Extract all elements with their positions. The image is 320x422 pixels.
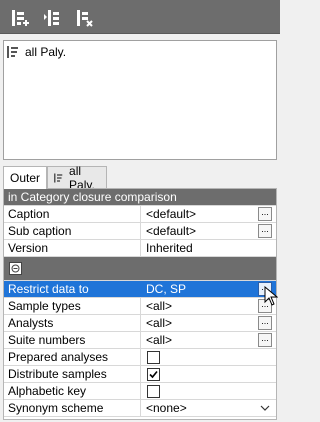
section-icon-row [4,257,276,281]
tab-label: Outer [10,171,41,185]
property-name: Sample types [4,298,141,314]
property-value [141,349,276,365]
remove-icon[interactable] [75,8,95,28]
ellipsis-button[interactable]: ... [258,316,272,330]
row-sub-caption[interactable]: Sub caption <default>... [4,223,276,240]
collapse-icon[interactable] [9,262,22,275]
row-suite-numbers[interactable]: Suite numbers <all>... [4,332,276,349]
property-name: Caption [4,206,141,222]
property-name: Synonym scheme [4,400,141,416]
ellipsis-button[interactable]: ... [258,224,272,238]
row-prepared-analyses[interactable]: Prepared analyses [4,349,276,366]
section-header: in Category closure comparison [4,189,276,206]
ellipsis-button[interactable]: ... [258,207,272,221]
property-name: Analysts [4,315,141,331]
property-grid: in Category closure comparison Caption <… [3,188,277,420]
check-icon [149,370,158,379]
property-value [141,383,276,399]
row-caption[interactable]: Caption <default>... [4,206,276,223]
row-distribute-samples[interactable]: Distribute samples [4,366,276,383]
property-value[interactable]: Inherited [141,240,276,256]
property-value[interactable]: <all>... [141,315,276,331]
analysis-list[interactable]: all Paly. [3,40,277,160]
tab-outer[interactable]: Outer [3,166,47,189]
property-value [141,366,276,382]
prepared-analyses-checkbox[interactable] [147,351,160,364]
section-title: in Category closure comparison [8,190,177,204]
property-value[interactable]: <all>... [141,298,276,314]
property-value[interactable]: DC, SP... [141,281,276,297]
tab-all-paly[interactable]: all Paly. [47,164,107,192]
property-value[interactable]: <all>... [141,332,276,348]
toolbar [0,0,280,34]
list-item[interactable]: all Paly. [4,43,274,61]
tree-list-icon [7,46,18,58]
row-restrict-data[interactable]: Restrict data to DC, SP... [4,281,276,298]
property-value[interactable]: <default>... [141,206,276,222]
property-name: Prepared analyses [4,349,141,365]
property-name: Version [4,240,141,256]
row-analysts[interactable]: Analysts <all>... [4,315,276,332]
property-name: Sub caption [4,223,141,239]
list-item-label: all Paly. [25,45,67,59]
property-value[interactable]: <default>... [141,223,276,239]
property-name: Distribute samples [4,366,141,382]
chevron-down-icon [260,405,270,411]
property-name: Alphabetic key [4,383,141,399]
row-sample-types[interactable]: Sample types <all>... [4,298,276,315]
distribute-samples-checkbox[interactable] [147,368,160,381]
tree-list-icon [54,172,63,183]
ellipsis-button[interactable]: ... [258,333,272,347]
row-synonym-scheme[interactable]: Synonym scheme <none> [4,400,276,417]
row-version[interactable]: Version Inherited [4,240,276,257]
add-icon[interactable] [10,8,30,28]
mouse-cursor-icon [264,286,278,306]
tab-bar: Outer all Paly. [0,164,280,192]
row-alphabetic-key[interactable]: Alphabetic key [4,383,276,400]
alphabetic-key-checkbox[interactable] [147,385,160,398]
synonym-scheme-select[interactable]: <none> [141,400,276,416]
property-name: Restrict data to [4,281,141,297]
move-icon[interactable] [42,8,62,28]
property-name: Suite numbers [4,332,141,348]
